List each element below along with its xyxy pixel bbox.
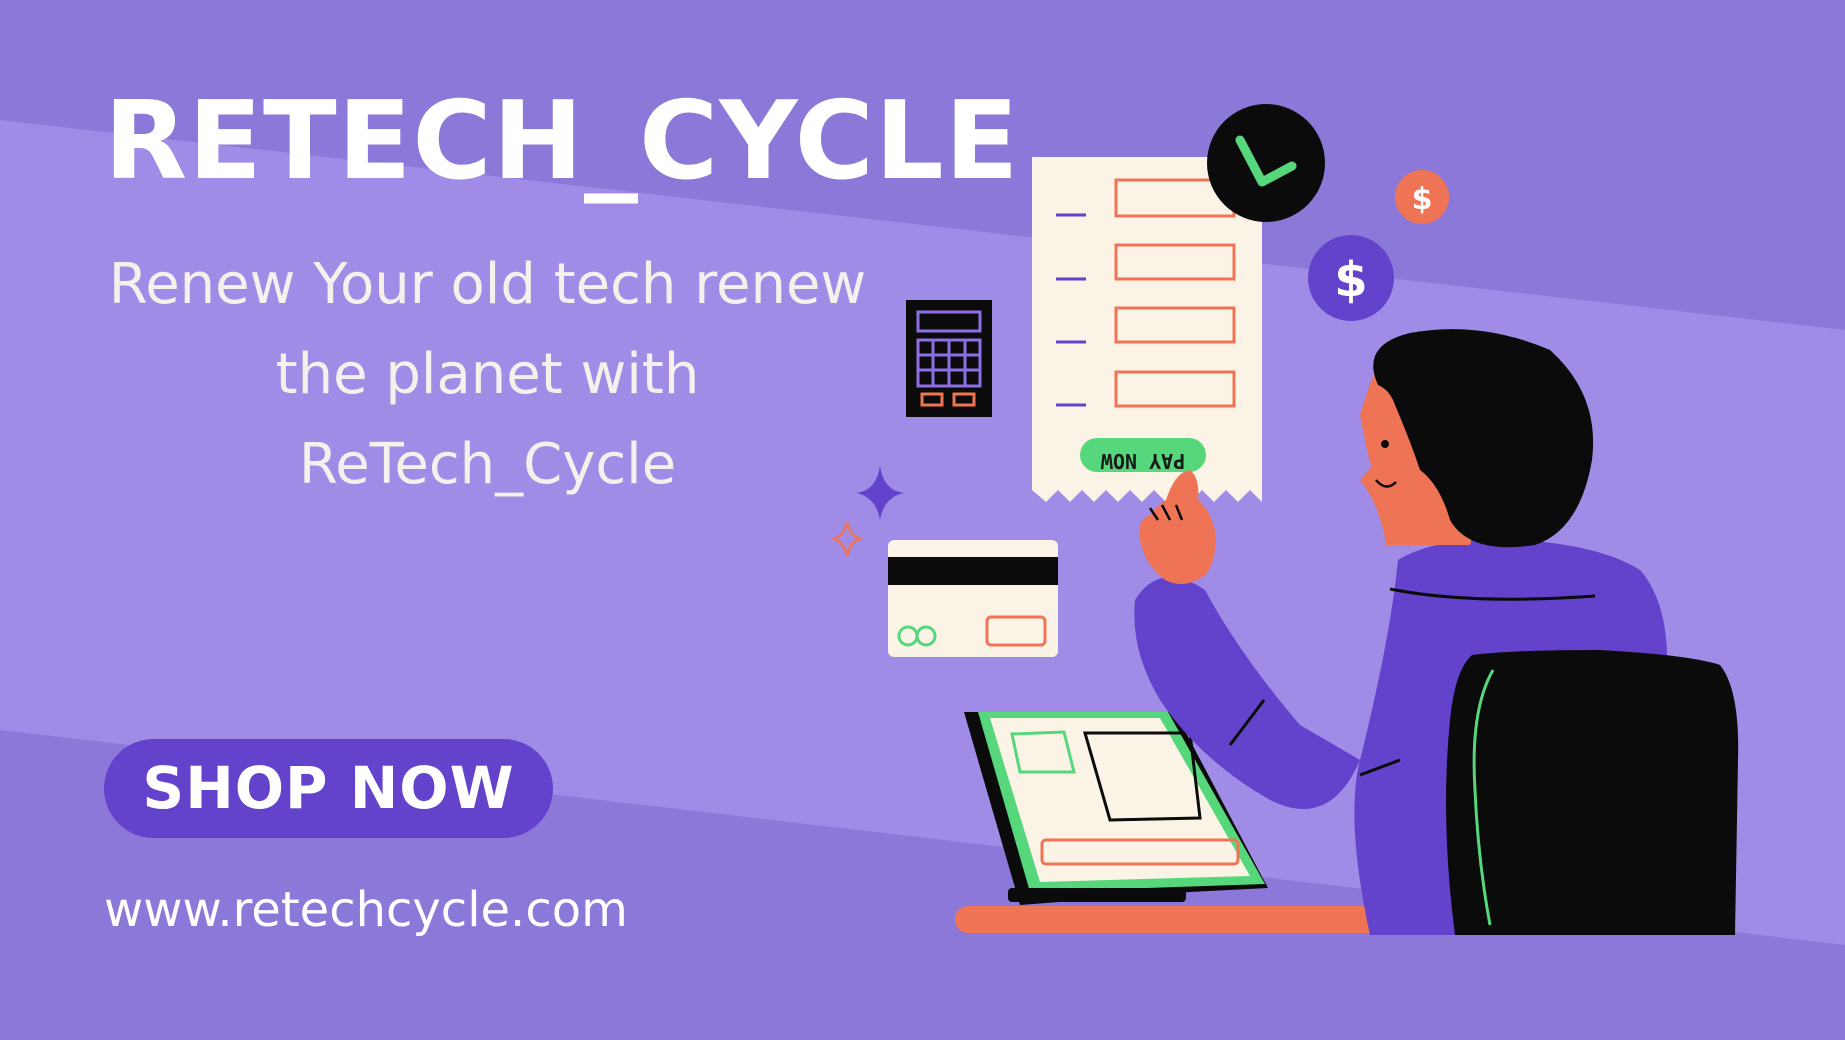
receipt-icon: PAY NOW <box>1032 157 1262 502</box>
credit-card-icon <box>888 540 1058 657</box>
calculator-icon <box>906 300 992 417</box>
chair-icon <box>1446 650 1739 935</box>
dollar-icon: $ <box>1395 170 1449 224</box>
svg-text:$: $ <box>1412 182 1433 217</box>
pay-now-label: PAY NOW <box>1100 449 1185 473</box>
dollar-icon: $ <box>1308 235 1394 321</box>
payment-illustration: PAY NOW $ $ <box>829 104 1739 935</box>
svg-text:$: $ <box>1334 252 1367 308</box>
desk-icon <box>955 906 1395 933</box>
check-icon <box>1207 104 1325 222</box>
